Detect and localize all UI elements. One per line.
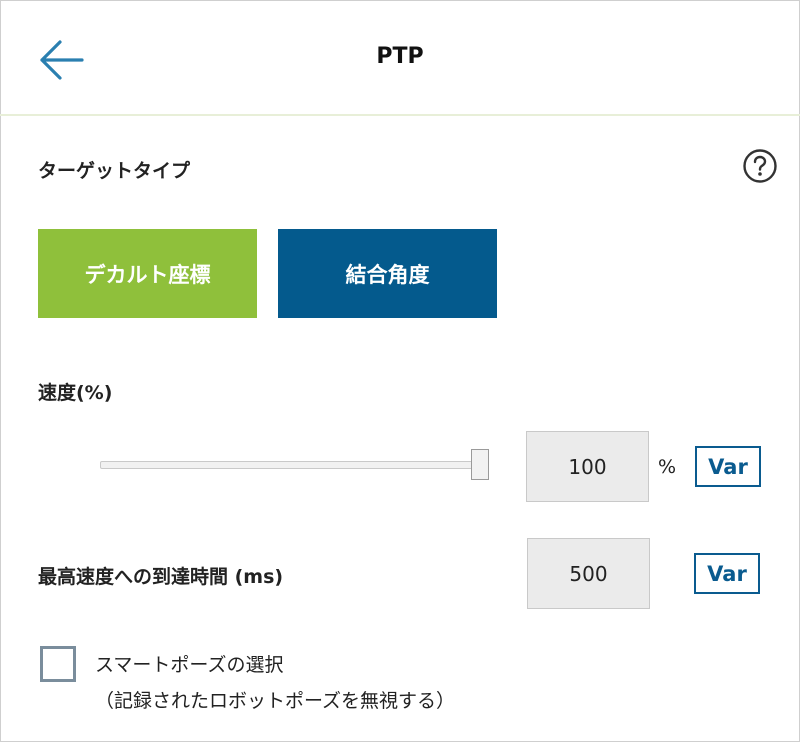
- speed-value-input[interactable]: 100: [526, 431, 649, 502]
- target-type-label: ターゲットタイプ: [38, 160, 191, 182]
- question-circle-icon: [743, 149, 777, 183]
- speed-unit: %: [658, 456, 677, 478]
- speed-slider-track[interactable]: [100, 461, 484, 469]
- speed-label: 速度(%): [38, 382, 113, 404]
- speed-var-button[interactable]: Var: [695, 446, 761, 487]
- accel-time-var-button[interactable]: Var: [694, 553, 760, 594]
- help-button[interactable]: [742, 148, 778, 184]
- joint-angles-button[interactable]: 結合角度: [278, 229, 497, 318]
- page-title: PTP: [376, 44, 424, 69]
- accel-time-value-input[interactable]: 500: [527, 538, 650, 609]
- smart-pose-checkbox[interactable]: [40, 646, 76, 682]
- accel-time-label: 最高速度への到達時間 (ms): [38, 566, 284, 588]
- header: PTP: [0, 0, 800, 116]
- speed-slider-thumb[interactable]: [471, 449, 489, 480]
- smart-pose-label: スマートポーズの選択: [95, 654, 284, 676]
- smart-pose-sublabel: （記録されたロボットポーズを無視する）: [95, 690, 456, 712]
- cartesian-coordinates-button[interactable]: デカルト座標: [38, 229, 257, 318]
